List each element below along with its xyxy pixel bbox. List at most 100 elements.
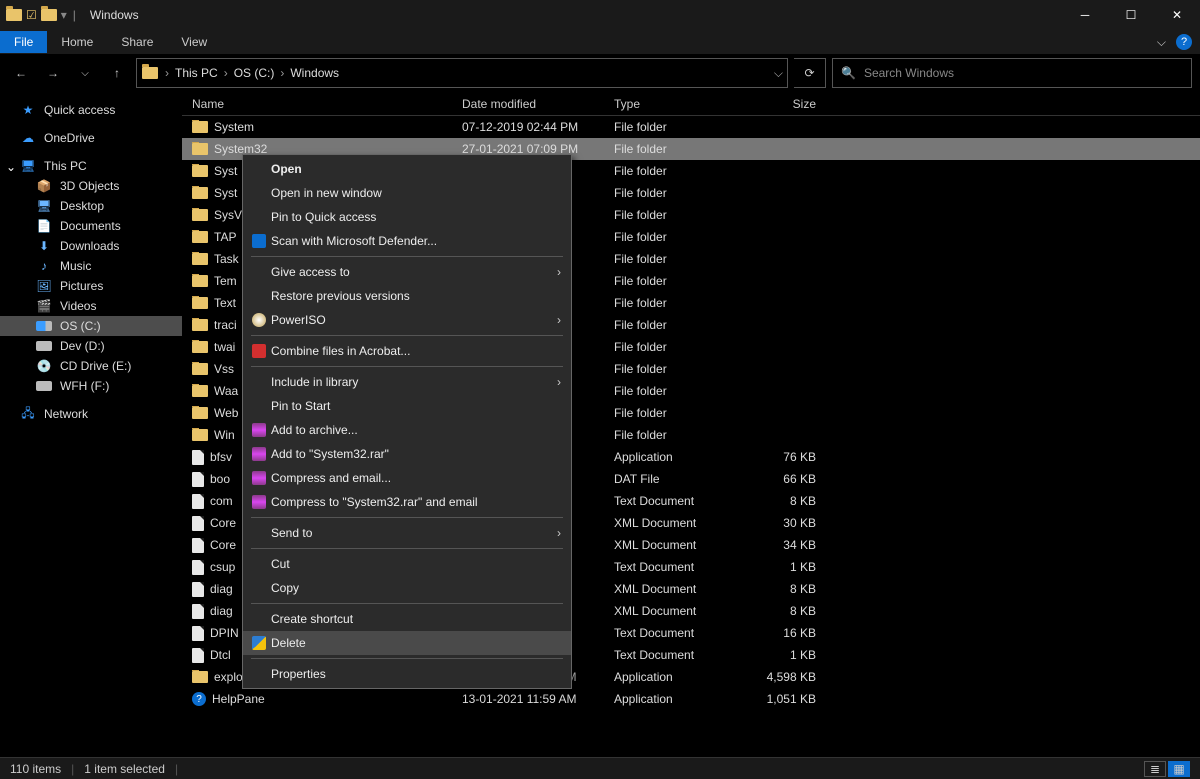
menu-item[interactable]: Restore previous versions bbox=[243, 284, 571, 308]
tab-file[interactable]: File bbox=[0, 31, 47, 53]
file-type: File folder bbox=[614, 428, 736, 442]
file-name: SysV bbox=[214, 208, 242, 222]
file-type: File folder bbox=[614, 362, 736, 376]
menu-item-label: Properties bbox=[271, 667, 326, 681]
menu-item[interactable]: Give access to› bbox=[243, 260, 571, 284]
crumb-this-pc[interactable]: This PC bbox=[175, 66, 218, 80]
file-size: 1 KB bbox=[736, 648, 826, 662]
sidebar-item[interactable]: 🖼Pictures bbox=[0, 276, 182, 296]
col-type[interactable]: Type bbox=[614, 97, 736, 111]
menu-item-label: Open in new window bbox=[271, 186, 382, 200]
file-size: 8 KB bbox=[736, 494, 826, 508]
crumb-windows[interactable]: Windows bbox=[290, 66, 339, 80]
nav-quick-access[interactable]: ★Quick access bbox=[0, 100, 182, 120]
sidebar-item[interactable]: WFH (F:) bbox=[0, 376, 182, 396]
menu-item-label: Delete bbox=[271, 636, 306, 650]
menu-item-label: Open bbox=[271, 162, 302, 176]
menu-item[interactable]: Compress to "System32.rar" and email bbox=[243, 490, 571, 514]
address-bar: ← → ⌵ ↑ › This PC› OS (C:)› Windows ⌵ ⟳ … bbox=[0, 54, 1200, 92]
menu-item[interactable]: Open in new window bbox=[243, 181, 571, 205]
crumb-os-c[interactable]: OS (C:) bbox=[234, 66, 275, 80]
menu-item[interactable]: Properties bbox=[243, 662, 571, 686]
menu-item[interactable]: Add to "System32.rar" bbox=[243, 442, 571, 466]
view-details-button[interactable]: ≣ bbox=[1144, 761, 1166, 777]
menu-item[interactable]: Send to› bbox=[243, 521, 571, 545]
file-row[interactable]: System07-12-2019 02:44 PMFile folder bbox=[182, 116, 1200, 138]
breadcrumb[interactable]: › This PC› OS (C:)› Windows ⌵ bbox=[136, 58, 788, 88]
menu-item-label: Pin to Quick access bbox=[271, 210, 376, 224]
help-button[interactable]: ? bbox=[1176, 34, 1192, 50]
winrar-icon bbox=[252, 495, 266, 509]
menu-item[interactable]: Copy bbox=[243, 576, 571, 600]
breadcrumb-dropdown-icon[interactable]: ⌵ bbox=[774, 66, 783, 81]
sidebar-item[interactable]: ⬇Downloads bbox=[0, 236, 182, 256]
maximize-button[interactable]: ☐ bbox=[1108, 0, 1154, 30]
menu-item[interactable]: Compress and email... bbox=[243, 466, 571, 490]
recent-button[interactable]: ⌵ bbox=[72, 60, 98, 86]
back-button[interactable]: ← bbox=[8, 60, 34, 86]
file-size: 8 KB bbox=[736, 604, 826, 618]
tab-share[interactable]: Share bbox=[107, 31, 167, 53]
tab-home[interactable]: Home bbox=[47, 31, 107, 53]
forward-button[interactable]: → bbox=[40, 60, 66, 86]
menu-item[interactable]: PowerISO› bbox=[243, 308, 571, 332]
checkbox-icon[interactable]: ☑ bbox=[26, 8, 37, 22]
sidebar-icon: 🎬 bbox=[36, 299, 52, 313]
menu-item-label: Restore previous versions bbox=[271, 289, 410, 303]
sidebar-item[interactable]: 📦3D Objects bbox=[0, 176, 182, 196]
nav-this-pc[interactable]: 🖥This PC bbox=[0, 156, 182, 176]
col-size[interactable]: Size bbox=[736, 97, 826, 111]
menu-item[interactable]: Delete bbox=[243, 631, 571, 655]
menu-item[interactable]: Add to archive... bbox=[243, 418, 571, 442]
ribbon-chevron-icon[interactable]: ⌵ bbox=[1157, 35, 1166, 50]
close-button[interactable]: ✕ bbox=[1154, 0, 1200, 30]
menu-item[interactable]: Pin to Start bbox=[243, 394, 571, 418]
sidebar-item[interactable]: 💿CD Drive (E:) bbox=[0, 356, 182, 376]
menu-item[interactable]: Combine files in Acrobat... bbox=[243, 339, 571, 363]
menu-item[interactable]: Scan with Microsoft Defender... bbox=[243, 229, 571, 253]
file-type: File folder bbox=[614, 208, 736, 222]
sidebar-item[interactable]: ♪Music bbox=[0, 256, 182, 276]
menu-item[interactable]: Cut bbox=[243, 552, 571, 576]
file-name: boo bbox=[210, 472, 230, 486]
file-name: Core bbox=[210, 538, 236, 552]
sidebar-item[interactable]: 📄Documents bbox=[0, 216, 182, 236]
folder-icon bbox=[41, 9, 57, 21]
nav-network[interactable]: 🖧Network bbox=[0, 404, 182, 424]
nav-onedrive[interactable]: ☁OneDrive bbox=[0, 128, 182, 148]
minimize-button[interactable]: ─ bbox=[1062, 0, 1108, 30]
file-date: 07-12-2019 02:44 PM bbox=[462, 120, 614, 134]
file-name: TAP bbox=[214, 230, 236, 244]
menu-item-label: Copy bbox=[271, 581, 299, 595]
menu-item-label: Add to "System32.rar" bbox=[271, 447, 389, 461]
cloud-icon: ☁ bbox=[20, 131, 36, 145]
file-row[interactable]: ?HelpPane13-01-2021 11:59 AMApplication1… bbox=[182, 688, 1200, 710]
window-title: Windows bbox=[90, 8, 139, 22]
sidebar-item[interactable]: OS (C:) bbox=[0, 316, 182, 336]
menu-item[interactable]: Open bbox=[243, 157, 571, 181]
acrobat-icon bbox=[252, 344, 266, 358]
app-icon bbox=[6, 9, 22, 21]
menu-item[interactable]: Pin to Quick access bbox=[243, 205, 571, 229]
overflow-icon[interactable]: ▾ bbox=[61, 8, 67, 22]
up-button[interactable]: ↑ bbox=[104, 60, 130, 86]
file-type: File folder bbox=[614, 230, 736, 244]
search-box[interactable]: 🔍 Search Windows bbox=[832, 58, 1192, 88]
view-icons-button[interactable]: ▦ bbox=[1168, 761, 1190, 777]
file-name: csup bbox=[210, 560, 235, 574]
tab-view[interactable]: View bbox=[167, 31, 221, 53]
col-date[interactable]: Date modified bbox=[462, 97, 614, 111]
help-icon: ? bbox=[192, 692, 206, 706]
refresh-button[interactable]: ⟳ bbox=[794, 58, 826, 88]
pc-icon: 🖥 bbox=[20, 159, 36, 173]
column-headers[interactable]: Name Date modified Type Size bbox=[182, 92, 1200, 116]
file-type: XML Document bbox=[614, 582, 736, 596]
sidebar-item[interactable]: 🖥Desktop bbox=[0, 196, 182, 216]
menu-item[interactable]: Include in library› bbox=[243, 370, 571, 394]
sidebar-item[interactable]: 🎬Videos bbox=[0, 296, 182, 316]
menu-item[interactable]: Create shortcut bbox=[243, 607, 571, 631]
file-name: bfsv bbox=[210, 450, 232, 464]
col-name[interactable]: Name bbox=[182, 97, 462, 111]
sidebar-item[interactable]: Dev (D:) bbox=[0, 336, 182, 356]
file-size: 8 KB bbox=[736, 582, 826, 596]
